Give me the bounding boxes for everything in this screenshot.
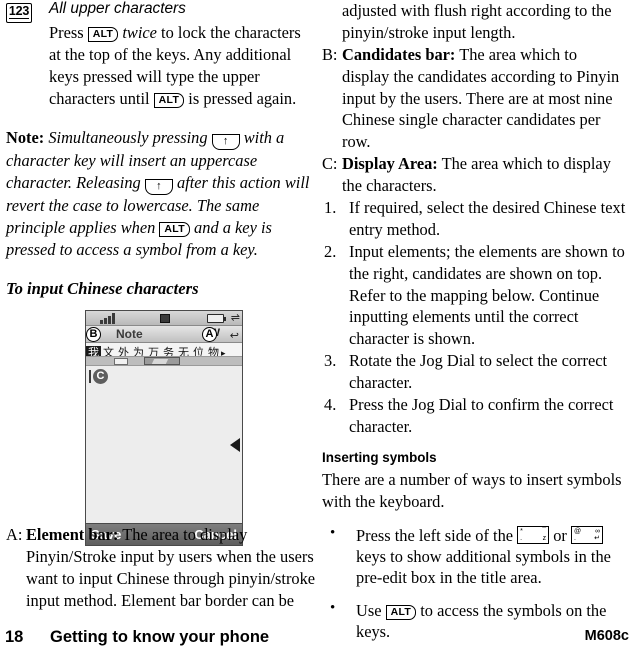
all-upper-characters-section: 123 All upper characters Press ALT twice…	[6, 0, 316, 110]
callout-c-icon: C	[93, 369, 108, 384]
bullet-marker: •	[330, 524, 336, 541]
step-item: 1. If required, select the desired Chines…	[322, 197, 628, 241]
phone-screenshot-figure: ⇌ Note W ↩ 我文外为万务无位物▸ C Save Canc	[85, 310, 243, 546]
left-column: 123 All upper characters Press ALT twice…	[6, 0, 316, 299]
step-item: 4. Press the Jog Dial to confirm the corr…	[322, 394, 628, 438]
text-caret	[89, 370, 91, 383]
symbol-keycap-enter-icon: @ ∞. ↵	[571, 525, 603, 544]
definition-a-block: A: Element bar: The area to display Pinyi…	[6, 524, 316, 612]
callout-a-icon: A	[202, 327, 217, 342]
manual-page: 123 All upper characters Press ALT twice…	[0, 0, 633, 658]
step-text: Rotate the Jog Dial to select the correc…	[349, 351, 608, 393]
numeric-123-icon: 123	[6, 3, 32, 23]
section-body: Press ALT twice to lock the characters a…	[49, 22, 316, 110]
definition-c-term: Display Area:	[342, 154, 438, 174]
numeric-123-icon-label: 123	[8, 4, 30, 19]
body-text-part-4: is pressed again.	[184, 89, 297, 109]
step-marker: 3.	[324, 351, 337, 371]
candidate-item[interactable]: 无	[176, 346, 191, 356]
step-marker: 4.	[324, 395, 337, 415]
phone-title-text: Note	[116, 327, 143, 341]
definition-c-marker: C:	[322, 154, 338, 174]
alt-keycap-icon: ALT	[87, 27, 119, 43]
continuation-paragraph: adjusted with flush right according to t…	[342, 1, 612, 42]
element-bar-stroke	[144, 357, 180, 365]
symbol-keycap-z-icon: * ¯. z	[517, 525, 550, 544]
jog-dial-pointer-icon	[230, 438, 240, 452]
element-bar-box	[114, 358, 128, 365]
candidate-item[interactable]: 为	[131, 346, 146, 356]
candidate-selected[interactable]: 我	[86, 346, 101, 356]
bullet1-part-3: keys to show additional symbols in the p…	[356, 546, 611, 587]
right-column: adjusted with flush right according to t…	[322, 0, 628, 642]
candidate-item[interactable]: 文	[101, 346, 116, 356]
keycap-bottom-right: ↵	[594, 534, 600, 542]
keycap-bottom-left: .	[520, 534, 523, 542]
return-arrow-icon: ↩	[229, 330, 239, 342]
bullet-item: • Press the left side of the * ¯. z or @ ∞. ↵…	[322, 525, 628, 588]
inserting-symbols-heading: Inserting symbols	[322, 449, 437, 465]
candidates-more-arrow-icon[interactable]: ▸	[221, 348, 226, 356]
definition-b-marker: B:	[322, 44, 338, 64]
step-text: Input elements; the elements are shown t…	[349, 241, 625, 349]
footer-chapter-title: Getting to know your phone	[50, 628, 270, 646]
candidate-item[interactable]: 万	[146, 346, 161, 356]
subheading-to-input-chinese: To input Chinese characters	[6, 279, 199, 299]
bullet1-part-1: Press the left side of the	[356, 525, 518, 545]
note-block: Note: Simultaneously pressing ↑ with a c…	[6, 127, 316, 261]
definition-a-term: Element bar:	[26, 525, 119, 544]
alt-keycap-icon-3: ALT	[159, 222, 190, 238]
body-text-part-1: Press	[49, 23, 88, 43]
candidate-item[interactable]: 务	[161, 346, 176, 356]
step-text: If required, select the desired Chinese …	[349, 198, 626, 239]
candidate-item[interactable]: 位	[191, 346, 206, 356]
definition-a: A: Element bar: The area to display Pinyi…	[6, 524, 316, 612]
keycap-top-right: ¯	[542, 527, 547, 535]
keycap-top-right: ∞	[595, 527, 600, 535]
alt-keycap-icon-4: ALT	[385, 605, 417, 621]
step-item: 2. Input elements; the elements are shown…	[322, 241, 628, 350]
definition-c: C: Display Area: The area which to displa…	[322, 153, 628, 197]
step-marker: 2.	[324, 241, 337, 261]
envelope-icon	[160, 314, 170, 323]
phone-title-bar: Note W ↩	[86, 326, 242, 343]
note-label: Note:	[6, 128, 45, 148]
note-part-1: Simultaneously pressing	[44, 128, 212, 148]
phone-display-area[interactable]: C	[86, 366, 242, 523]
candidate-item[interactable]: 外	[116, 346, 131, 356]
phone-candidates-bar[interactable]: 我文外为万务无位物 ▸	[86, 343, 242, 357]
keycap-bottom-right: z	[542, 534, 547, 542]
footer-page-number: 18	[5, 628, 24, 646]
inserting-symbols-intro: There are a number of ways to insert sym…	[322, 469, 622, 511]
step-item: 3. Rotate the Jog Dial to select the corr…	[322, 350, 628, 394]
bullet1-part-2: or	[549, 525, 571, 545]
page-footer: 18 Getting to know your phone M608c	[0, 628, 633, 652]
signal-bars-icon	[100, 313, 117, 324]
step-marker: 1.	[324, 198, 337, 218]
phone-screen: ⇌ Note W ↩ 我文外为万务无位物▸ C Save Canc	[85, 310, 243, 546]
phone-element-bar	[86, 357, 242, 366]
section-heading: All upper characters	[49, 0, 186, 17]
keycap-top-left: *	[520, 527, 523, 535]
phone-status-bar: ⇌	[86, 311, 242, 326]
alt-keycap-icon-2: ALT	[153, 93, 185, 109]
keycap-top-left: @	[574, 527, 582, 535]
footer-model-name: M608c	[584, 628, 629, 644]
shift-keycap-icon-2: ↑	[144, 179, 173, 196]
battery-icon	[207, 314, 226, 323]
definition-b-term: Candidates bar:	[342, 44, 456, 64]
definition-a-marker: A:	[6, 525, 23, 544]
arrows-icon: ⇌	[230, 312, 240, 324]
body-text-part-2: twice	[118, 23, 162, 43]
candidate-item[interactable]: 物	[206, 346, 221, 356]
shift-keycap-icon: ↑	[211, 134, 240, 151]
bullet2-part-1: Use	[356, 601, 386, 621]
bullet-marker: •	[330, 600, 336, 617]
step-text: Press the Jog Dial to confirm the correc…	[349, 395, 614, 436]
callout-b-icon: B	[86, 327, 101, 342]
keycap-bottom-left: .	[574, 534, 576, 542]
definition-b: B: Candidates bar: The area which to disp…	[322, 44, 628, 153]
